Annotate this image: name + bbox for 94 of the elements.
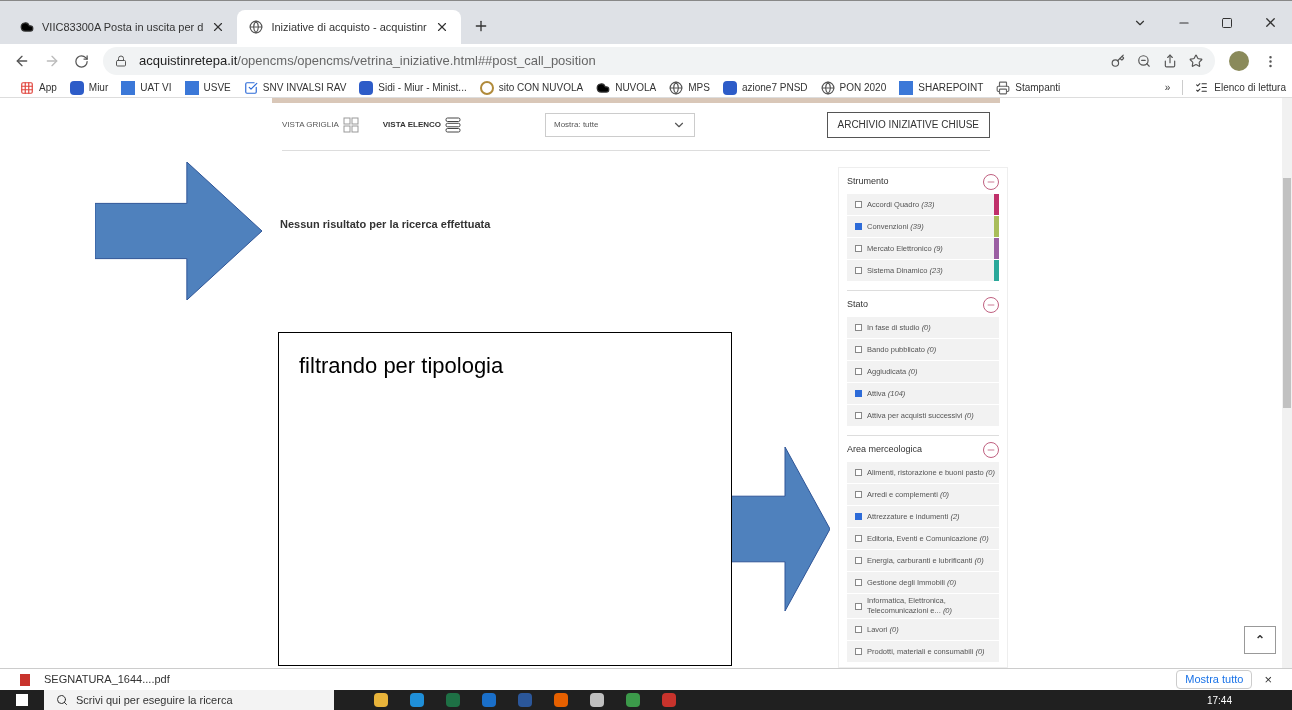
- filter-section-title: Area merceologica: [847, 443, 923, 457]
- cloud-icon: [20, 20, 34, 34]
- bookmark-item[interactable]: NUVOLA: [596, 80, 657, 95]
- scrollbar[interactable]: [1282, 98, 1292, 668]
- taskbar-app-icon[interactable]: [518, 693, 532, 707]
- bookmark-item[interactable]: USVE: [184, 80, 231, 95]
- checkbox[interactable]: [855, 602, 862, 610]
- taskbar-app-icon[interactable]: [626, 693, 640, 707]
- bookmark-item[interactable]: App: [20, 80, 57, 95]
- printer-icon: [996, 80, 1011, 95]
- windows-start-icon[interactable]: [16, 694, 28, 706]
- tile-icon: [184, 80, 199, 95]
- globe-icon: [249, 20, 264, 34]
- checkbox[interactable]: [855, 390, 862, 397]
- bookmark-item[interactable]: Miur: [69, 80, 109, 95]
- url-path: /opencms/opencms/vetrina_iniziative.html##post_call_position: [237, 52, 596, 71]
- filter-section-title: Strumento: [847, 175, 889, 189]
- checkbox[interactable]: [855, 557, 862, 564]
- checkbox-icon: [243, 80, 258, 95]
- filter-section-title: Stato: [847, 298, 868, 312]
- globe-icon: [820, 80, 835, 95]
- zoom-out-icon[interactable]: [1137, 54, 1151, 68]
- checkbox[interactable]: [855, 223, 862, 230]
- no-results-message: Nessun risultato per la ricerca effettuata: [280, 218, 491, 230]
- close-download-bar-button[interactable]: ×: [1264, 669, 1272, 690]
- taskbar-app-icon[interactable]: [590, 693, 604, 707]
- tab-title: Iniziative di acquisto - acquistinr: [271, 19, 427, 35]
- cloud-icon: [596, 80, 611, 95]
- taskbar-app-icon[interactable]: [554, 693, 568, 707]
- tile-icon: [121, 80, 136, 95]
- bookmark-item[interactable]: MPS: [669, 80, 710, 95]
- bookmark-item[interactable]: SNV INVALSI RAV: [243, 80, 347, 95]
- reading-list-icon: [1195, 81, 1209, 94]
- bookmark-item[interactable]: UAT VI: [121, 80, 172, 95]
- lock-icon: [115, 55, 127, 67]
- clock-time: 17:44: [1206, 693, 1232, 708]
- browser-tab[interactable]: Iniziative di acquisto - acquistinr: [237, 10, 461, 44]
- bookmark-item[interactable]: sito CON NUVOLA: [479, 80, 584, 95]
- filter-select[interactable]: Mostra: tutte: [545, 112, 695, 137]
- checkbox[interactable]: [855, 324, 862, 331]
- checkbox[interactable]: [855, 535, 862, 542]
- taskbar-search-field[interactable]: Scrivi qui per eseguire la ricerca: [44, 690, 334, 710]
- taskbar-app-icon[interactable]: [482, 693, 496, 707]
- checkbox[interactable]: [855, 346, 862, 353]
- checkbox[interactable]: [855, 648, 862, 655]
- apps-icon: [20, 80, 34, 95]
- checkbox[interactable]: [855, 267, 862, 274]
- bookmark-item[interactable]: azione7 PNSD: [722, 80, 808, 95]
- tile-icon: [899, 80, 914, 95]
- globe-icon: [669, 80, 684, 95]
- checkbox[interactable]: [855, 626, 862, 633]
- checkbox[interactable]: [855, 513, 862, 520]
- scroll-to-top-button[interactable]: ⌃: [1244, 626, 1276, 654]
- browser-tab[interactable]: VIIC83300A Posta in uscita per d: [8, 10, 238, 44]
- share-icon[interactable]: [1163, 54, 1177, 68]
- taskbar-app-icon[interactable]: [410, 693, 424, 707]
- taskbar-app-icon[interactable]: [374, 693, 388, 707]
- archive-button[interactable]: ARCHIVIO INIZIATIVE CHIUSE: [826, 111, 990, 138]
- key-icon[interactable]: [1111, 54, 1125, 68]
- reading-list-button[interactable]: Elenco di lettura: [1182, 80, 1286, 95]
- bookmark-item[interactable]: SHAREPOINT: [899, 80, 984, 95]
- reload-icon[interactable]: [74, 53, 89, 69]
- list-icon: [445, 116, 461, 133]
- url-domain: acquistinretepa.it: [139, 52, 238, 71]
- show-all-button[interactable]: Mostra tutto: [1176, 670, 1253, 689]
- bookmark-star-icon[interactable]: [1189, 54, 1203, 68]
- scrollbar-thumb[interactable]: [1283, 178, 1291, 408]
- pdf-file-icon: [20, 673, 30, 686]
- checkbox[interactable]: [855, 201, 862, 208]
- checkbox[interactable]: [855, 491, 862, 498]
- profile-avatar[interactable]: [1229, 51, 1249, 71]
- taskbar-app-icon[interactable]: [662, 693, 676, 707]
- forward-icon[interactable]: [44, 53, 60, 69]
- bookmark-item[interactable]: Stampanti: [996, 80, 1061, 95]
- bookmark-item[interactable]: Sidi - Miur - Minist...: [359, 80, 467, 95]
- annotation-text: filtrando per tipologia: [299, 353, 504, 378]
- taskbar-app-icon[interactable]: [446, 693, 460, 707]
- checkbox[interactable]: [855, 469, 862, 476]
- address-bar[interactable]: acquistinretepa.it/opencms/opencms/vetrina_iniziative.html##post_call_position: [103, 47, 1215, 75]
- checkbox[interactable]: [855, 245, 862, 252]
- bookmark-item[interactable]: PON 2020: [820, 80, 887, 95]
- back-icon[interactable]: [14, 53, 30, 69]
- checkbox[interactable]: [855, 368, 862, 375]
- grid-view-toggle[interactable]: VISTA GRIGLIA: [282, 116, 359, 133]
- checkbox[interactable]: [855, 579, 862, 586]
- search-icon: [56, 694, 68, 706]
- grid-icon: [342, 116, 359, 133]
- download-file-name[interactable]: SEGNATURA_1644....pdf: [44, 671, 170, 688]
- tab-title: VIIC83300A Posta in uscita per d: [42, 19, 204, 35]
- close-icon[interactable]: [1263, 15, 1278, 30]
- list-view-toggle[interactable]: VISTA ELENCO: [382, 116, 461, 133]
- checkbox[interactable]: [855, 412, 862, 419]
- maximize-icon[interactable]: [1221, 16, 1233, 29]
- more-bookmarks[interactable]: »: [1164, 80, 1171, 95]
